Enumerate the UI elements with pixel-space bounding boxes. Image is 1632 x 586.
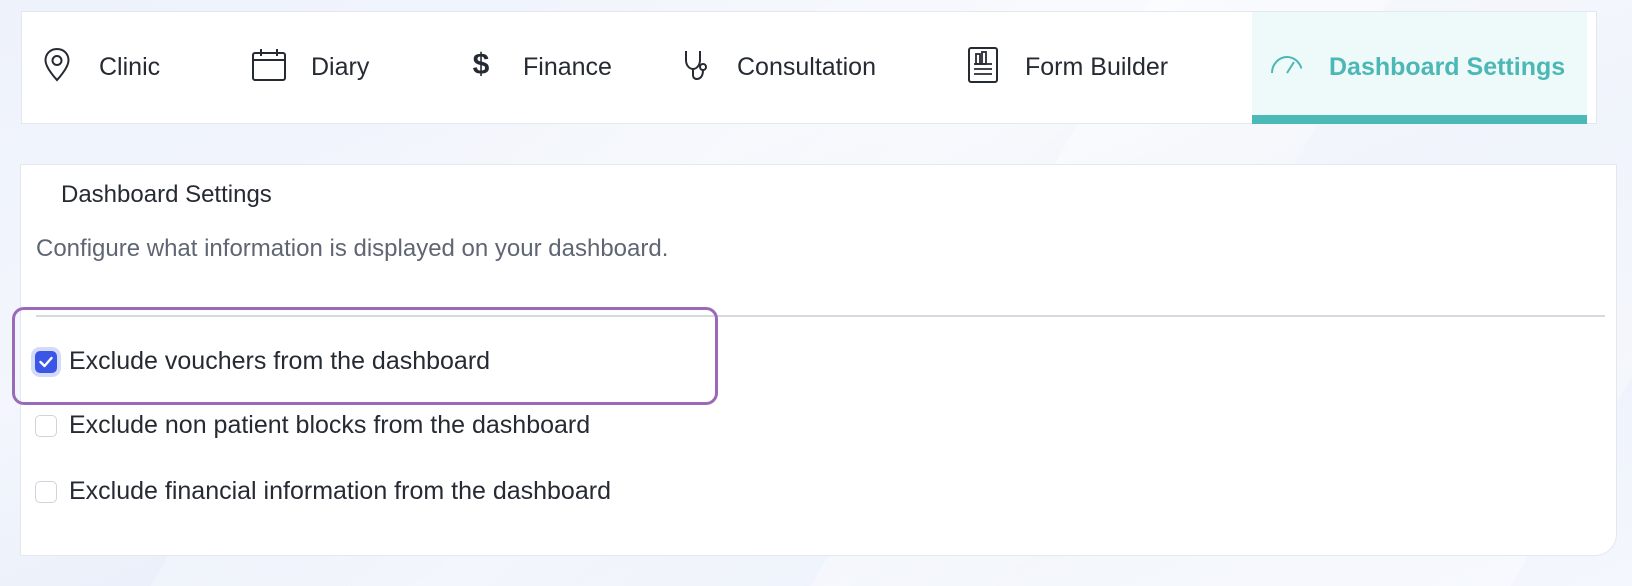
option-label: Exclude vouchers from the dashboard xyxy=(69,347,491,375)
dashboard-settings-card: Dashboard Settings Configure what inform… xyxy=(20,164,1617,556)
tab-finance[interactable]: $ Finance xyxy=(463,12,677,123)
dollar-icon: $ xyxy=(472,47,490,81)
tab-label: Consultation xyxy=(737,53,876,81)
divider xyxy=(36,315,1605,317)
exclude-non-patient-blocks-checkbox[interactable] xyxy=(35,414,57,437)
card-subtitle: Configure what information is displayed … xyxy=(36,235,669,262)
tab-label: Finance xyxy=(523,53,612,81)
calendar-icon xyxy=(251,45,287,85)
tab-label: Diary xyxy=(311,53,370,81)
exclude-vouchers-checkbox[interactable] xyxy=(35,350,57,373)
form-report-icon xyxy=(965,45,1001,85)
tab-label: Clinic xyxy=(99,53,161,81)
exclude-vouchers-option[interactable]: Exclude vouchers from the dashboard xyxy=(35,347,490,376)
tab-diary[interactable]: Diary xyxy=(251,12,463,123)
option-label: Exclude financial information from the d… xyxy=(69,477,611,505)
tab-form-builder[interactable]: Form Builder xyxy=(965,12,1252,123)
tab-clinic[interactable]: Clinic xyxy=(39,12,251,123)
tab-label: Form Builder xyxy=(1025,53,1169,81)
option-label: Exclude non patient blocks from the dash… xyxy=(69,411,591,439)
tab-consultation[interactable]: Consultation xyxy=(677,12,965,123)
exclude-financial-information-option[interactable]: Exclude financial information from the d… xyxy=(35,477,611,506)
speedometer-icon xyxy=(1269,45,1305,85)
tab-dashboard-settings[interactable]: Dashboard Settings xyxy=(1252,12,1587,124)
settings-tab-bar: Clinic Diary $ Finance Consultation Form… xyxy=(21,11,1597,124)
exclude-non-patient-blocks-option[interactable]: Exclude non patient blocks from the dash… xyxy=(35,411,590,440)
exclude-financial-information-checkbox[interactable] xyxy=(35,480,57,503)
tab-label: Dashboard Settings xyxy=(1329,53,1566,81)
location-pin-icon xyxy=(39,45,75,85)
card-title: Dashboard Settings xyxy=(61,181,272,208)
checkmark-icon xyxy=(39,356,53,367)
stethoscope-icon xyxy=(677,45,713,85)
